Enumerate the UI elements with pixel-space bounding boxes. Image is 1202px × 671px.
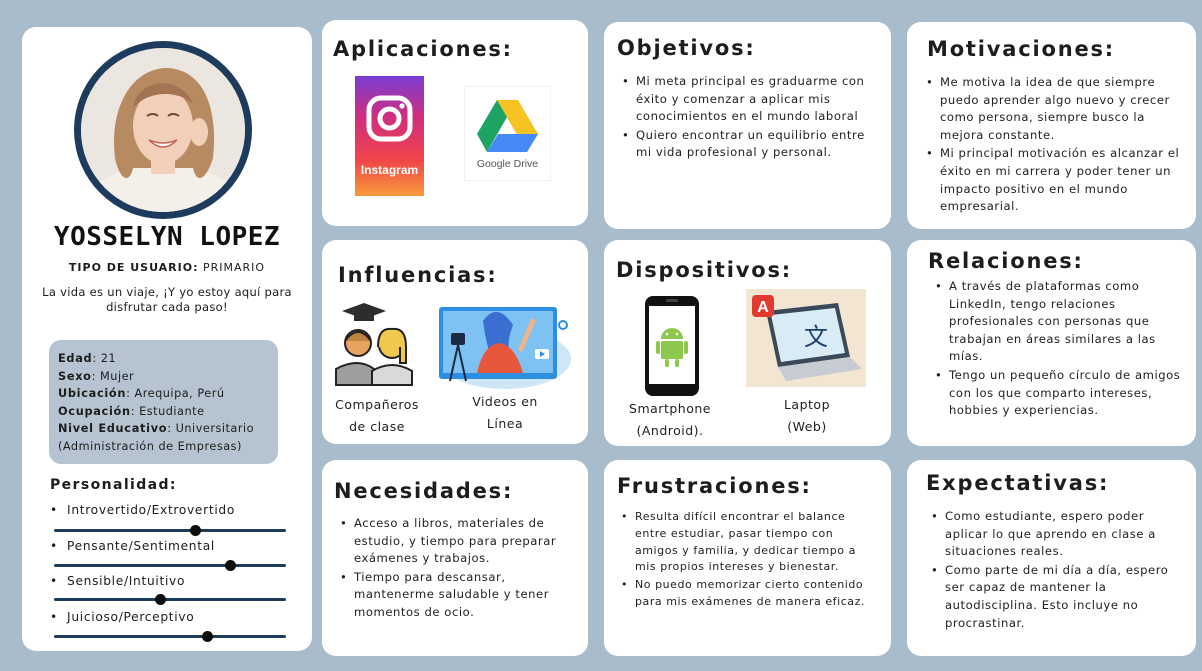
dispositivos-title: Dispositivos: (616, 258, 792, 282)
objetivos-title: Objetivos: (617, 36, 756, 60)
detail-label: Sexo (58, 369, 92, 383)
google-drive-icon: Google Drive (463, 85, 552, 182)
relaciones-list: A través de plataformas como LinkedIn, t… (935, 278, 1183, 421)
list-item: Acceso a libros, materiales de estudio, … (340, 515, 576, 568)
list-item: Como estudiante, espero poder aplicar lo… (931, 508, 1185, 561)
detail-label: Edad (58, 352, 93, 365)
android-phone-icon (644, 295, 700, 397)
list-item: Resulta difícil encontrar el balance ent… (621, 509, 873, 576)
list-item: No puedo memorizar cierto contenido para… (621, 577, 873, 611)
trait-label-text: Juicioso/Perceptivo (67, 610, 195, 624)
trait-slider (54, 594, 286, 605)
personality-title: Personalidad: (50, 477, 177, 493)
slider-knob (190, 525, 202, 536)
detail-value: : 21 (92, 352, 117, 365)
classmates-icon (332, 299, 416, 387)
trait-slider (54, 525, 286, 536)
list-item: Mi principal motivación es alcanzar el é… (926, 145, 1186, 215)
user-details-box: Edad: 21 Sexo: Mujer Ubicación: Arequipa… (49, 340, 278, 464)
detail-age: Edad: 21 (58, 350, 269, 368)
slider-knob (201, 631, 213, 642)
device-caption: Smartphone (Android). (629, 401, 711, 438)
expectativas-title: Expectativas: (926, 471, 1110, 495)
frustraciones-list: Resulta difícil encontrar el balance ent… (621, 509, 873, 612)
svg-text:文: 文 (804, 323, 828, 351)
list-item: A través de plataformas como LinkedIn, t… (935, 278, 1183, 366)
list-item: Tengo un pequeño círculo de amigos con l… (935, 367, 1183, 420)
trait-label: • Introvertido/Extrovertido (50, 503, 235, 517)
profile-photo-icon (81, 48, 245, 212)
list-item: Tiempo para descansar, mantenerme saluda… (340, 569, 576, 622)
svg-text:A: A (757, 299, 769, 316)
detail-label: Ocupación (58, 404, 131, 418)
necesidades-list: Acceso a libros, materiales de estudio, … (340, 515, 576, 623)
trait-label-text: Sensible/Intuitivo (67, 574, 186, 588)
svg-text:Google Drive: Google Drive (477, 158, 538, 170)
expectativas-list: Como estudiante, espero poder aplicar lo… (931, 508, 1185, 633)
detail-label: Nivel Educativo (58, 422, 168, 436)
detail-value: : Mujer (91, 369, 135, 383)
influence-caption: Videos en Línea (472, 394, 538, 431)
detail-education: Nivel Educativo: Universitario (Administ… (58, 420, 269, 455)
trait-label-text: Introvertido/Extrovertido (67, 503, 235, 517)
relaciones-title: Relaciones: (928, 249, 1084, 273)
user-type-label: TIPO DE USUARIO: (68, 261, 199, 274)
svg-text:Instagram: Instagram (361, 163, 418, 177)
list-item: Me motiva la idea de que siempre puedo a… (926, 74, 1186, 144)
trait-slider (54, 631, 286, 642)
slider-knob (224, 560, 236, 571)
trait-label-text: Pensante/Sentimental (67, 539, 215, 553)
aplicaciones-title: Aplicaciones: (333, 37, 513, 61)
user-type-value: PRIMARIO (198, 261, 266, 274)
user-quote: La vida es un viaje, ¡Y yo estoy aquí pa… (42, 285, 292, 314)
list-item: Quiero encontrar un equilibrio entre mi … (622, 127, 877, 162)
instagram-icon: Instagram (355, 76, 424, 196)
trait-label: • Pensante/Sentimental (50, 539, 215, 553)
motivaciones-title: Motivaciones: (927, 37, 1115, 61)
laptop-translate-icon: 文 A (746, 289, 866, 387)
frustraciones-title: Frustraciones: (617, 474, 812, 498)
device-caption: Laptop (Web) (783, 397, 831, 434)
necesidades-title: Necesidades: (334, 479, 514, 503)
user-type: TIPO DE USUARIO: PRIMARIO (22, 261, 312, 274)
detail-value: : Arequipa, Perú (126, 387, 225, 401)
online-video-icon (423, 291, 577, 393)
motivaciones-list: Me motiva la idea de que siempre puedo a… (926, 74, 1186, 217)
influence-caption: Compañeros de clase (335, 397, 419, 434)
detail-sex: Sexo: Mujer (58, 368, 269, 386)
detail-value: : Estudiante (130, 404, 205, 418)
detail-label: Ubicación (58, 387, 127, 401)
user-name: YOSSELYN LOPEZ (53, 222, 281, 252)
objetivos-list: Mi meta principal es graduarme con éxito… (622, 73, 877, 163)
detail-occupation: Ocupación: Estudiante (58, 403, 269, 421)
trait-label: • Sensible/Intuitivo (50, 574, 186, 588)
list-item: Como parte de mi día a día, espero ser c… (931, 562, 1185, 632)
list-item: Mi meta principal es graduarme con éxito… (622, 73, 877, 126)
avatar (81, 48, 245, 212)
trait-slider (54, 560, 286, 571)
detail-location: Ubicación: Arequipa, Perú (58, 385, 269, 403)
influencias-title: Influencias: (338, 263, 498, 287)
trait-label: • Juicioso/Perceptivo (50, 610, 195, 624)
